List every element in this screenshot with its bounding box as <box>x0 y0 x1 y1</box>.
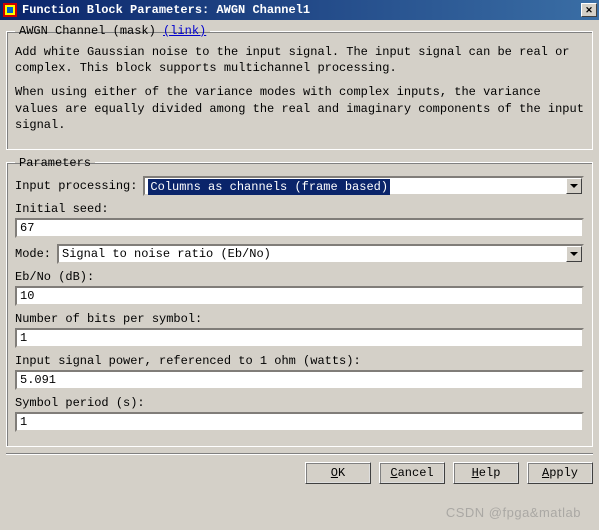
input-power-input[interactable] <box>15 370 584 390</box>
button-bar: OK Cancel Help Apply <box>6 453 593 484</box>
apply-button[interactable]: Apply <box>527 462 593 484</box>
input-power-label: Input signal power, referenced to 1 ohm … <box>15 354 361 368</box>
ebno-input[interactable] <box>15 286 584 306</box>
mask-legend: AWGN Channel (mask) (link) <box>15 24 210 38</box>
mask-description-group: AWGN Channel (mask) (link) Add white Gau… <box>6 24 593 150</box>
ebno-label: Eb/No (dB): <box>15 270 94 284</box>
input-processing-label: Input processing: <box>15 179 137 193</box>
mode-value: Signal to noise ratio (Eb/No) <box>62 247 271 261</box>
mode-row: Mode: Signal to noise ratio (Eb/No) <box>15 244 584 264</box>
description-p1: Add white Gaussian noise to the input si… <box>15 44 584 76</box>
window-title: Function Block Parameters: AWGN Channel1 <box>22 3 581 17</box>
help-button[interactable]: Help <box>453 462 519 484</box>
input-processing-value: Columns as channels (frame based) <box>148 179 390 195</box>
initial-seed-label: Initial seed: <box>15 202 109 216</box>
mask-link[interactable]: (link) <box>163 24 206 38</box>
ebno-row: Eb/No (dB): <box>15 270 584 306</box>
cancel-button[interactable]: Cancel <box>379 462 445 484</box>
parameters-group: Parameters Input processing: Columns as … <box>6 156 593 447</box>
symbol-period-input[interactable] <box>15 412 584 432</box>
mask-legend-text: AWGN Channel (mask) <box>19 24 163 38</box>
bits-per-symbol-row: Number of bits per symbol: <box>15 312 584 348</box>
mode-select[interactable]: Signal to noise ratio (Eb/No) <box>57 244 584 264</box>
description-p2: When using either of the variance modes … <box>15 84 584 133</box>
dialog-body: AWGN Channel (mask) (link) Add white Gau… <box>0 20 599 490</box>
chevron-down-icon[interactable] <box>566 246 582 262</box>
input-processing-select[interactable]: Columns as channels (frame based) <box>143 176 584 196</box>
initial-seed-row: Initial seed: <box>15 202 584 238</box>
bits-per-symbol-input[interactable] <box>15 328 584 348</box>
mode-label: Mode: <box>15 247 51 261</box>
symbol-period-row: Symbol period (s): <box>15 396 584 432</box>
app-icon <box>2 2 18 18</box>
bits-per-symbol-label: Number of bits per symbol: <box>15 312 202 326</box>
input-processing-row: Input processing: Columns as channels (f… <box>15 176 584 196</box>
watermark: CSDN @fpga&matlab <box>446 505 581 520</box>
chevron-down-icon[interactable] <box>566 178 582 194</box>
input-power-row: Input signal power, referenced to 1 ohm … <box>15 354 584 390</box>
ok-button[interactable]: OK <box>305 462 371 484</box>
initial-seed-input[interactable] <box>15 218 584 238</box>
close-button[interactable]: ✕ <box>581 3 597 17</box>
symbol-period-label: Symbol period (s): <box>15 396 145 410</box>
parameters-legend: Parameters <box>15 156 95 170</box>
titlebar: Function Block Parameters: AWGN Channel1… <box>0 0 599 20</box>
